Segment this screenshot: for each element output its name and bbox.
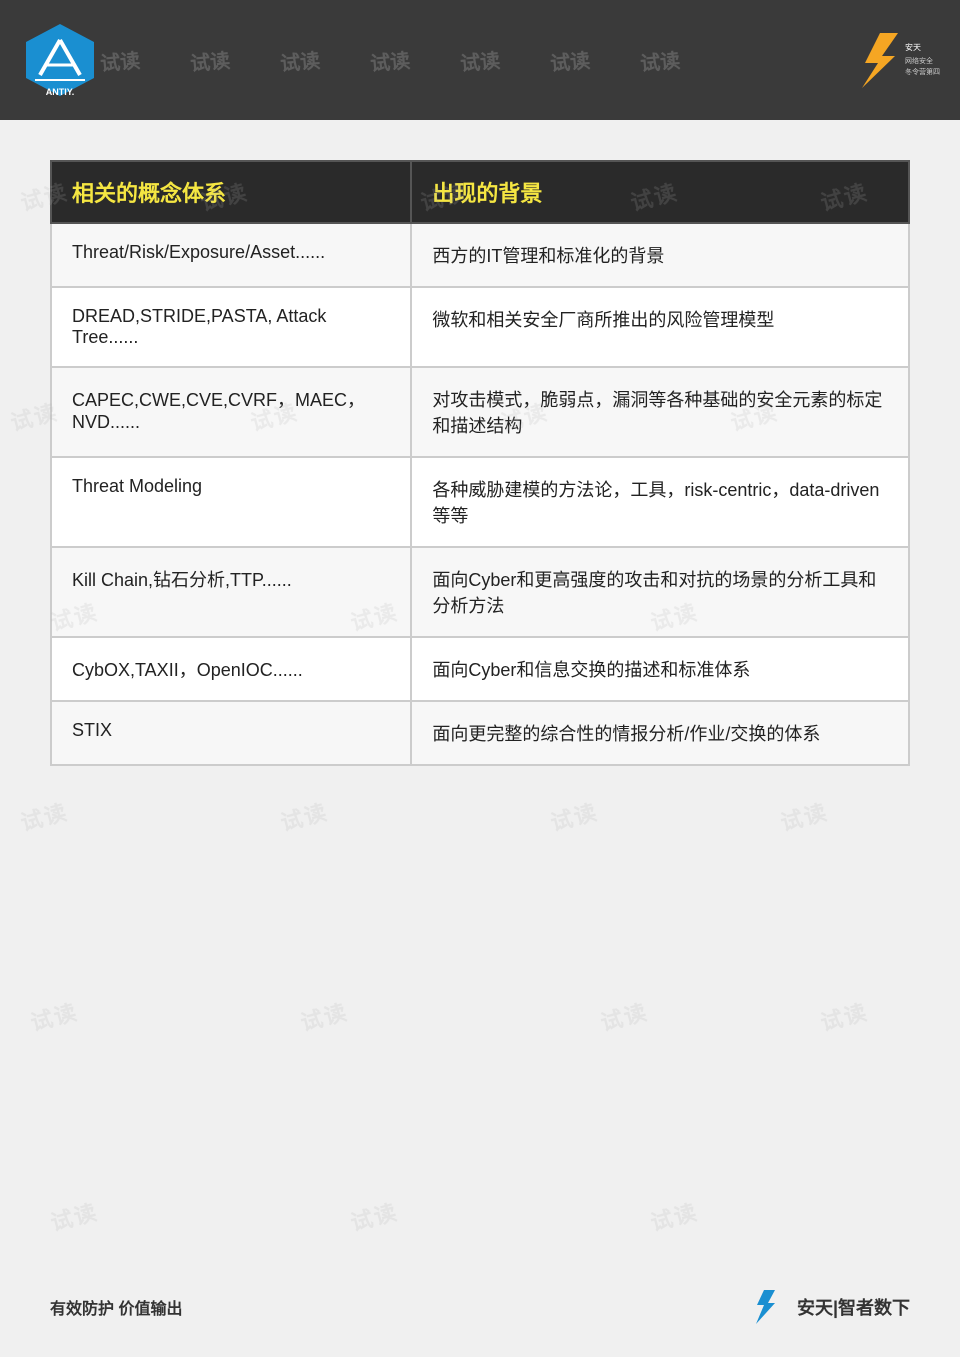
- footer-logo-text: 安天|智者数下: [797, 1294, 910, 1320]
- header-watermark-3: 试读: [279, 44, 321, 76]
- table-row: STIX面向更完整的综合性的情报分析/作业/交换的体系: [51, 701, 909, 765]
- table-row: Kill Chain,钻石分析,TTP......面向Cyber和更高强度的攻击…: [51, 547, 909, 637]
- svg-text:ANTIY.: ANTIY.: [46, 87, 75, 97]
- watermark-18: 试读: [297, 994, 352, 1037]
- watermark-20: 试读: [817, 994, 872, 1037]
- watermark-21: 试读: [47, 1194, 102, 1237]
- table-cell-right-2: 对攻击模式，脆弱点，漏洞等各种基础的安全元素的标定和描述结构: [411, 367, 909, 457]
- main-content: 相关的概念体系 出现的背景 Threat/Risk/Exposure/Asset…: [0, 120, 960, 796]
- watermark-22: 试读: [347, 1194, 402, 1237]
- table-cell-left-1: DREAD,STRIDE,PASTA, Attack Tree......: [51, 287, 411, 367]
- header-watermark-1: 试读: [100, 44, 141, 76]
- table-row: CAPEC,CWE,CVE,CVRF，MAEC，NVD......对攻击模式，脆…: [51, 367, 909, 457]
- table-cell-left-0: Threat/Risk/Exposure/Asset......: [51, 223, 411, 287]
- table-header-right: 出现的背景: [411, 161, 909, 223]
- footer-left-text: 有效防护 价值输出: [50, 1295, 182, 1319]
- header-watermark-4: 试读: [369, 44, 411, 76]
- table-cell-right-4: 面向Cyber和更高强度的攻击和对抗的场景的分析工具和分析方法: [411, 547, 909, 637]
- table-row: Threat/Risk/Exposure/Asset......西方的IT管理和…: [51, 223, 909, 287]
- watermark-13: 试读: [17, 794, 72, 837]
- table-cell-left-4: Kill Chain,钻石分析,TTP......: [51, 547, 411, 637]
- logo-area: ANTIY.: [20, 20, 100, 100]
- header: ANTIY. 试读 试读 试读 试读 试读 试读 试读 安天 网络安全 冬令营第…: [0, 0, 960, 120]
- table-cell-right-1: 微软和相关安全厂商所推出的风险管理模型: [411, 287, 909, 367]
- footer-right-logo: 安天|智者数下: [737, 1287, 910, 1327]
- watermark-19: 试读: [597, 994, 652, 1037]
- table-header-left: 相关的概念体系: [51, 161, 411, 223]
- svg-text:网络安全: 网络安全: [905, 56, 933, 65]
- table-cell-left-5: CybOX,TAXII，OpenIOC......: [51, 637, 411, 701]
- table-cell-left-3: Threat Modeling: [51, 457, 411, 547]
- watermark-23: 试读: [647, 1194, 702, 1237]
- footer: 有效防护 价值输出 安天|智者数下: [50, 1287, 910, 1327]
- table-cell-right-3: 各种威胁建模的方法论，工具，risk-centric，data-driven等等: [411, 457, 909, 547]
- table-row: CybOX,TAXII，OpenIOC......面向Cyber和信息交换的描述…: [51, 637, 909, 701]
- header-watermark-2: 试读: [189, 44, 231, 76]
- header-watermarks: 试读 试读 试读 试读 试读 试读 试读: [100, 0, 800, 120]
- concept-table: 相关的概念体系 出现的背景 Threat/Risk/Exposure/Asset…: [50, 160, 910, 766]
- table-row: DREAD,STRIDE,PASTA, Attack Tree......微软和…: [51, 287, 909, 367]
- header-right-logo: 安天 网络安全 冬令营第四届: [820, 25, 940, 95]
- svg-text:安天: 安天: [905, 42, 921, 52]
- header-watermark-7: 试读: [639, 44, 681, 76]
- header-watermark-6: 试读: [549, 44, 591, 76]
- watermark-14: 试读: [277, 794, 332, 837]
- table-cell-right-6: 面向更完整的综合性的情报分析/作业/交换的体系: [411, 701, 909, 765]
- table-cell-left-6: STIX: [51, 701, 411, 765]
- logo-hexagon: ANTIY.: [20, 20, 100, 100]
- table-cell-right-0: 西方的IT管理和标准化的背景: [411, 223, 909, 287]
- watermark-17: 试读: [27, 994, 82, 1037]
- table-cell-left-2: CAPEC,CWE,CVE,CVRF，MAEC，NVD......: [51, 367, 411, 457]
- header-watermark-5: 试读: [459, 44, 501, 76]
- watermark-15: 试读: [547, 794, 602, 837]
- watermark-16: 试读: [777, 794, 832, 837]
- svg-text:冬令营第四届: 冬令营第四届: [905, 67, 940, 76]
- table-cell-right-5: 面向Cyber和信息交换的描述和标准体系: [411, 637, 909, 701]
- table-row: Threat Modeling各种威胁建模的方法论，工具，risk-centri…: [51, 457, 909, 547]
